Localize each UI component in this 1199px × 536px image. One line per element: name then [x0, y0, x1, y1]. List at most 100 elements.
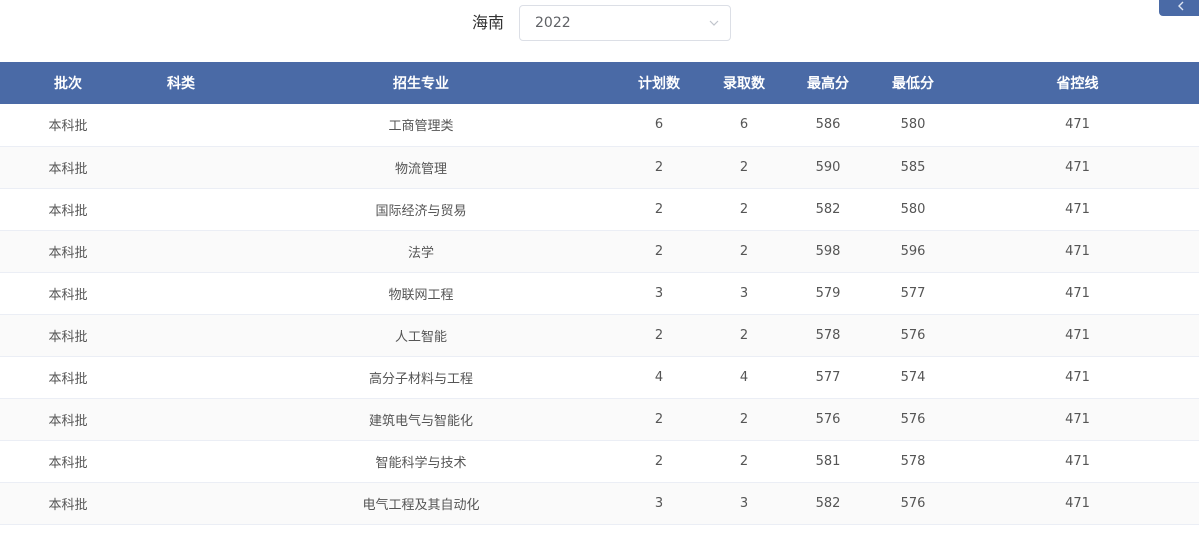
cell-max-score: 586	[815, 117, 841, 133]
cell-batch: 本科批	[48, 455, 88, 471]
cell-control-line: 471	[1065, 495, 1090, 511]
cell-plan: 3	[654, 285, 664, 301]
province-label: 海南	[472, 13, 505, 32]
year-select[interactable]: 2022	[519, 5, 731, 41]
cell-plan: 2	[654, 411, 664, 427]
cell-major: 电气工程及其自动化	[362, 497, 480, 513]
cell-category	[136, 440, 226, 482]
cell-plan: 2	[654, 159, 664, 175]
cell-min-score: 576	[900, 411, 926, 427]
cell-admitted: 2	[739, 243, 749, 259]
table-row: 本科批 物流管理 2 2 590 585 471	[0, 146, 1199, 188]
table-header-row: 批次 科类 招生专业 计划数 录取数 最高分 最低分 省控线	[0, 62, 1199, 104]
column-header-major: 招生专业	[393, 76, 449, 92]
cell-admitted: 4	[739, 369, 749, 385]
cell-major: 人工智能	[394, 329, 447, 345]
cell-plan: 4	[654, 369, 664, 385]
cell-max-score: 582	[815, 201, 841, 217]
cell-admitted: 2	[739, 411, 749, 427]
cell-major: 高分子材料与工程	[368, 371, 473, 387]
cell-max-score: 581	[815, 453, 841, 469]
cell-max-score: 579	[815, 285, 841, 301]
column-header-admitted: 录取数	[723, 76, 765, 92]
cell-control-line: 471	[1065, 201, 1090, 217]
cell-min-score: 576	[900, 327, 926, 343]
cell-plan: 6	[654, 117, 664, 133]
admission-score-table: 批次 科类 招生专业 计划数 录取数 最高分 最低分 省控线 本科批 工商管理类 6…	[0, 62, 1199, 525]
cell-category	[136, 104, 226, 146]
cell-category	[136, 314, 226, 356]
cell-max-score: 576	[815, 411, 841, 427]
cell-batch: 本科批	[48, 413, 88, 429]
cell-category	[136, 356, 226, 398]
cell-major: 建筑电气与智能化	[368, 413, 473, 429]
table-row: 本科批 工商管理类 6 6 586 580 471	[0, 104, 1199, 146]
cell-category	[136, 482, 226, 524]
cell-batch: 本科批	[48, 119, 88, 135]
cell-max-score: 598	[815, 243, 841, 259]
cell-plan: 2	[654, 201, 664, 217]
year-select-value: 2022	[535, 15, 571, 31]
table-row: 本科批 人工智能 2 2 578 576 471	[0, 314, 1199, 356]
cell-max-score: 577	[815, 369, 841, 385]
cell-major: 物联网工程	[388, 287, 454, 303]
cell-min-score: 574	[900, 369, 926, 385]
table-row: 本科批 法学 2 2 598 596 471	[0, 230, 1199, 272]
cell-category	[136, 188, 226, 230]
cell-batch: 本科批	[48, 245, 88, 261]
cell-control-line: 471	[1065, 369, 1090, 385]
cell-control-line: 471	[1065, 285, 1090, 301]
cell-batch: 本科批	[48, 371, 88, 387]
column-header-min-score: 最低分	[892, 76, 934, 92]
cell-min-score: 577	[900, 285, 926, 301]
column-header-plan: 计划数	[638, 76, 680, 92]
cell-category	[136, 230, 226, 272]
cell-admitted: 3	[739, 285, 749, 301]
table-row: 本科批 高分子材料与工程 4 4 577 574 471	[0, 356, 1199, 398]
filter-bar: 海南 2022	[0, 0, 1199, 62]
cell-category	[136, 272, 226, 314]
cell-admitted: 3	[739, 495, 749, 511]
cell-admitted: 2	[739, 453, 749, 469]
table-row: 本科批 智能科学与技术 2 2 581 578 471	[0, 440, 1199, 482]
cell-max-score: 590	[815, 159, 841, 175]
cell-plan: 3	[654, 495, 664, 511]
table-row: 本科批 物联网工程 3 3 579 577 471	[0, 272, 1199, 314]
table-row: 本科批 电气工程及其自动化 3 3 582 576 471	[0, 482, 1199, 524]
cell-admitted: 6	[739, 117, 749, 133]
cell-batch: 本科批	[48, 287, 88, 303]
cell-batch: 本科批	[48, 497, 88, 513]
cell-control-line: 471	[1065, 453, 1090, 469]
cell-control-line: 471	[1065, 117, 1090, 133]
cell-admitted: 2	[739, 327, 749, 343]
cell-batch: 本科批	[48, 329, 88, 345]
cell-admitted: 2	[739, 201, 749, 217]
cell-major: 工商管理类	[388, 119, 454, 135]
table-row: 本科批 国际经济与贸易 2 2 582 580 471	[0, 188, 1199, 230]
cell-major: 国际经济与贸易	[375, 203, 467, 219]
cell-batch: 本科批	[48, 161, 88, 177]
table-row: 本科批 建筑电气与智能化 2 2 576 576 471	[0, 398, 1199, 440]
cell-min-score: 585	[900, 159, 926, 175]
cell-batch: 本科批	[48, 203, 88, 219]
cell-control-line: 471	[1065, 411, 1090, 427]
cell-plan: 2	[654, 453, 664, 469]
cell-category	[136, 398, 226, 440]
cell-min-score: 596	[900, 243, 926, 259]
cell-control-line: 471	[1065, 327, 1090, 343]
column-header-max-score: 最高分	[807, 76, 849, 92]
column-header-control-line: 省控线	[1056, 76, 1099, 92]
cell-min-score: 580	[900, 201, 926, 217]
cell-major: 智能科学与技术	[375, 455, 467, 471]
cell-major: 物流管理	[394, 161, 447, 177]
chevron-left-icon	[1178, 1, 1184, 11]
collapse-button[interactable]	[1159, 0, 1199, 16]
cell-plan: 2	[654, 243, 664, 259]
table-body: 本科批 工商管理类 6 6 586 580 471 本科批 物流管理 2 2 590 585 471 本科批…	[0, 104, 1199, 524]
cell-plan: 2	[654, 327, 664, 343]
cell-control-line: 471	[1065, 159, 1090, 175]
column-header-category: 科类	[167, 76, 195, 92]
cell-min-score: 578	[900, 453, 926, 469]
cell-max-score: 582	[815, 495, 841, 511]
cell-admitted: 2	[739, 159, 749, 175]
